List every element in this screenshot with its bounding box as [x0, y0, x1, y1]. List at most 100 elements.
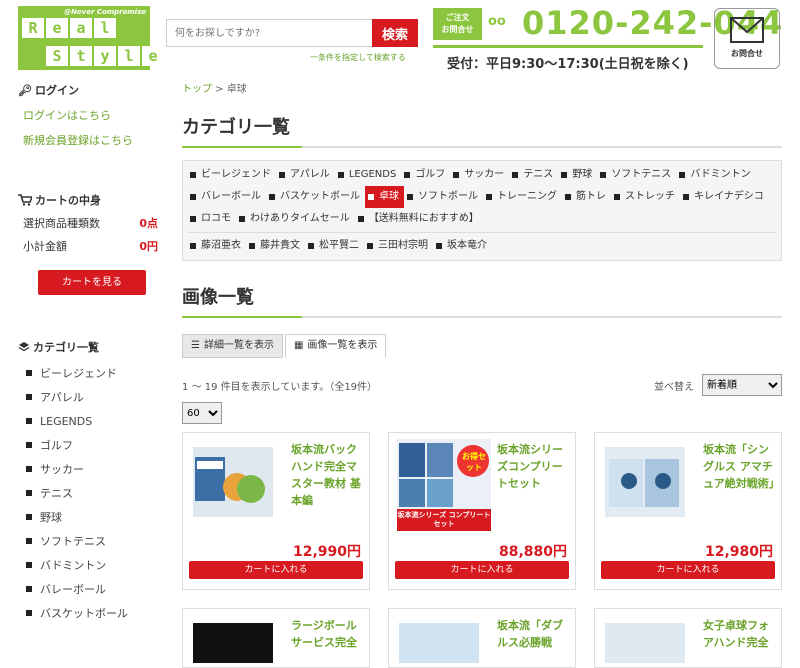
key-icon: 🔑︎	[18, 83, 32, 97]
category-link[interactable]: ロコモ	[187, 208, 236, 230]
register-link[interactable]: 新規会員登録はこちら	[23, 132, 158, 148]
sidebar: 🔑︎ ログイン ログインはこちら 新規会員登録はこちら カートの中身 選択商品種類…	[18, 78, 158, 625]
category-row: ロコモ わけありタイムセール 【送料無料におすすめ】	[187, 208, 777, 230]
sidebar-category-item[interactable]: バレーボール	[18, 577, 158, 601]
result-count: 1 ～ 19 件目を表示しています。（全19件）	[182, 381, 378, 393]
product-image[interactable]: お得セット 坂本流シリーズ コンプリートセット	[397, 439, 491, 531]
sidebar-category-item[interactable]: ゴルフ	[18, 433, 158, 457]
sidebar-category-item[interactable]: テニス	[18, 481, 158, 505]
category-row: ビーレジェンド アパレル LEGENDS ゴルフ サッカー テニス 野球 ソフトテニス バドミン…	[187, 164, 777, 186]
product-image[interactable]	[605, 447, 685, 517]
category-link[interactable]: ゴルフ	[401, 164, 450, 186]
sidebar-category-item[interactable]: LEGENDS	[18, 409, 158, 433]
category-link[interactable]: バスケットボール	[266, 186, 365, 208]
category-link[interactable]: ソフトボール	[404, 186, 483, 208]
category-box: ビーレジェンド アパレル LEGENDS ゴルフ サッカー テニス 野球 ソフトテニス バドミン…	[182, 160, 782, 261]
category-link[interactable]: 卓球	[365, 186, 404, 208]
product-card[interactable]: お得セット 坂本流シリーズ コンプリートセット 坂本流シリーズコンプリートセット…	[388, 432, 576, 590]
tab-image-list[interactable]: ▦ 画像一覧を表示	[284, 334, 387, 358]
sidebar-category-list: ビーレジェンド アパレル LEGENDS ゴルフ サッカー テニス 野球 ソフト…	[18, 361, 158, 625]
breadcrumb-top[interactable]: トップ	[182, 84, 212, 95]
product-image[interactable]	[605, 623, 685, 663]
product-card[interactable]: 女子卓球フォアハンド完全	[594, 608, 782, 668]
player-row: 藤沼亜衣 藤井貴文 松平賢二 三田村宗明 坂本竜介	[187, 235, 777, 257]
sidebar-category-item[interactable]: バスケットボール	[18, 601, 158, 625]
player-category-link[interactable]: 松平賢二	[305, 235, 364, 257]
player-category-link[interactable]: 三田村宗明	[364, 235, 433, 257]
category-link[interactable]: サッカー	[450, 164, 509, 186]
image-section-title: 画像一覧	[182, 283, 782, 318]
view-tabs: ☰ 詳細一覧を表示 ▦ 画像一覧を表示	[182, 334, 782, 358]
product-card[interactable]: 坂本流「ダブルス必勝戦	[388, 608, 576, 668]
product-name[interactable]: 女子卓球フォアハンド完全	[703, 617, 777, 651]
logo-row-real: Real	[22, 18, 116, 38]
category-link[interactable]: ストレッチ	[611, 186, 680, 208]
sidebar-category-item[interactable]: アパレル	[18, 385, 158, 409]
logo-tagline: @Never Compromise	[64, 8, 146, 16]
per-page-select[interactable]: 60	[182, 402, 222, 424]
tab-detail-list[interactable]: ☰ 詳細一覧を表示	[182, 334, 283, 358]
site-logo[interactable]: @Never Compromise Real Style	[18, 6, 164, 70]
breadcrumb: トップ > 卓球	[182, 84, 247, 95]
category-section-title: カテゴリ一覧	[182, 113, 782, 148]
sidebar-category-item[interactable]: ビーレジェンド	[18, 361, 158, 385]
category-link[interactable]: テニス	[509, 164, 558, 186]
player-category-link[interactable]: 坂本竜介	[433, 235, 492, 257]
player-category-link[interactable]: 藤沼亜衣	[187, 235, 246, 257]
category-link[interactable]: LEGENDS	[335, 164, 402, 186]
sort-control: 並べ替え 新着順	[654, 374, 782, 396]
product-name[interactable]: 坂本流シリーズコンプリートセット	[497, 441, 571, 492]
product-name[interactable]: ラージボールサービス完全	[291, 617, 365, 651]
add-to-cart-button[interactable]: カートに入れる	[189, 561, 363, 579]
product-card[interactable]: ラージボールサービス完全	[182, 608, 370, 668]
freedial-icon: oo	[488, 14, 506, 29]
category-link[interactable]: 筋トレ	[562, 186, 611, 208]
breadcrumb-current: 卓球	[226, 84, 247, 95]
order-contact-button[interactable]: ご注文 お問合せ	[433, 8, 482, 40]
login-heading: 🔑︎ ログイン	[18, 83, 79, 98]
set-badge: お得セット	[462, 452, 486, 472]
logo-row-style: Style	[46, 46, 164, 66]
product-name[interactable]: 坂本流「ダブルス必勝戦	[497, 617, 571, 651]
search-input[interactable]	[166, 19, 372, 47]
category-link[interactable]: バドミントン	[676, 164, 755, 186]
product-image[interactable]	[193, 447, 273, 517]
product-card[interactable]: 坂本流「シングルス アマチュア絶対戦術」 12,980円 カートに入れる	[594, 432, 782, 590]
player-category-link[interactable]: 藤井貴文	[246, 235, 305, 257]
sidebar-category-item[interactable]: ソフトテニス	[18, 529, 158, 553]
category-link[interactable]: ビーレジェンド	[187, 164, 276, 186]
product-price: 88,880円	[498, 544, 567, 560]
product-image[interactable]	[193, 623, 273, 663]
category-link[interactable]: キレイナデシコ	[680, 186, 769, 208]
sidebar-category-item[interactable]: サッカー	[18, 457, 158, 481]
cart-count-row: 選択商品種類数 0点	[23, 217, 158, 230]
category-link[interactable]: バレーボール	[187, 186, 266, 208]
product-name[interactable]: 坂本流「シングルス アマチュア絶対戦術」	[703, 441, 780, 492]
category-link[interactable]: ソフトテニス	[597, 164, 676, 186]
sidebar-category-item[interactable]: 野球	[18, 505, 158, 529]
cart-total-row: 小計金額 0円	[23, 240, 158, 253]
product-card[interactable]: 坂本流バックハンド完全マスター教材 基本編 12,990円 カートに入れる	[182, 432, 370, 590]
product-grid: 坂本流バックハンド完全マスター教材 基本編 12,990円 カートに入れる お得…	[182, 432, 782, 668]
phone-underline	[433, 45, 703, 48]
sidebar-category-item[interactable]: バドミントン	[18, 553, 158, 577]
search-button[interactable]: 検索	[372, 19, 418, 47]
view-cart-button[interactable]: カートを見る	[38, 270, 146, 295]
category-link[interactable]: 【送料無料におすすめ】	[355, 208, 484, 230]
category-link[interactable]: トレーニング	[483, 186, 562, 208]
category-heading: カテゴリ一覧	[18, 339, 158, 355]
sort-select[interactable]: 新着順	[702, 374, 782, 396]
mail-contact-button[interactable]: お問合せ	[714, 8, 780, 69]
category-link[interactable]: アパレル	[276, 164, 335, 186]
add-to-cart-button[interactable]: カートに入れる	[395, 561, 569, 579]
product-price: 12,990円	[292, 544, 361, 560]
advanced-search-link[interactable]: 一条件を指定して検索する	[310, 52, 406, 63]
category-link[interactable]: 野球	[558, 164, 597, 186]
login-link[interactable]: ログインはこちら	[23, 107, 158, 123]
product-image[interactable]	[399, 623, 479, 663]
category-link[interactable]: わけありタイムセール	[236, 208, 355, 230]
add-to-cart-button[interactable]: カートに入れる	[601, 561, 775, 579]
product-name[interactable]: 坂本流バックハンド完全マスター教材 基本編	[291, 441, 365, 509]
cart-heading: カートの中身	[18, 192, 158, 208]
category-row: バレーボール バスケットボール 卓球 ソフトボール トレーニング 筋トレ ストレッチ キレイナ…	[187, 186, 777, 208]
